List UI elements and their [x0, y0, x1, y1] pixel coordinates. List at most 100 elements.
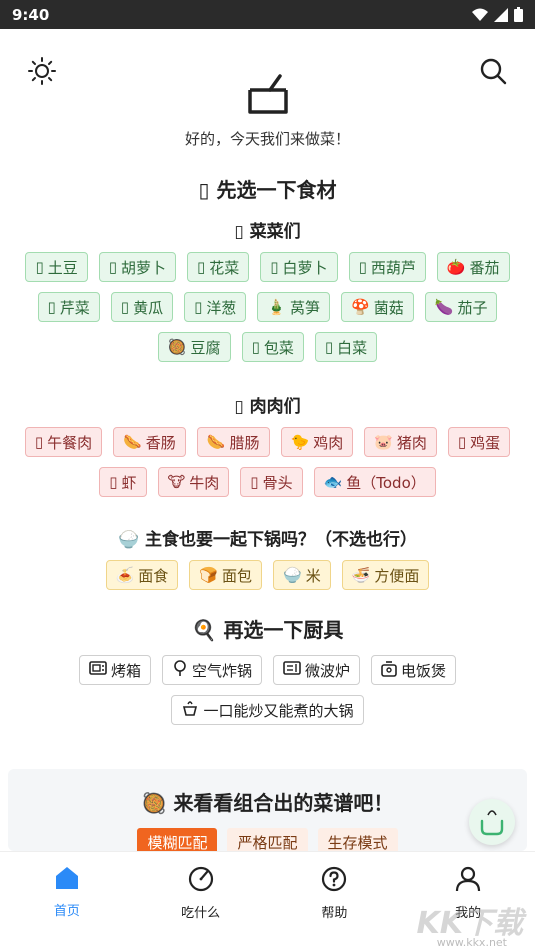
veg-tag[interactable]: 🎍 莴笋	[257, 292, 331, 322]
tool-tag[interactable]: 烤箱	[78, 655, 151, 685]
tag-emoji-icon: 🥘	[167, 338, 187, 356]
tag-label: 午餐肉	[47, 433, 93, 452]
tag-emoji-icon: ▯	[251, 338, 260, 356]
tag-label: 黄瓜	[133, 298, 164, 317]
veg-tag[interactable]: ▯ 土豆	[25, 252, 88, 282]
status-bar: 9:40	[0, 0, 535, 29]
tag-emoji-icon: 🐮	[167, 473, 186, 491]
staple-tag[interactable]: 🍜 方便面	[341, 560, 430, 590]
tag-emoji-icon: ▯	[194, 298, 203, 316]
meat-tag[interactable]: 🐮 牛肉	[157, 467, 230, 497]
staple-tag[interactable]: 🍞 面包	[189, 560, 262, 590]
user-icon	[455, 866, 481, 896]
meat-tag[interactable]: 🌭 腊肠	[196, 427, 270, 457]
tag-label: 虾	[121, 473, 137, 492]
meat-title-text: 肉肉们	[249, 397, 301, 417]
tag-label: 鱼（Todo）	[346, 473, 426, 492]
sun-icon[interactable]	[28, 57, 56, 85]
nav-item[interactable]: 吃什么	[151, 866, 251, 921]
tag-emoji-icon: ▯	[35, 258, 44, 276]
battery-icon	[514, 7, 523, 22]
veg-title-text: 菜菜们	[249, 222, 301, 242]
tag-emoji-icon: 🍞	[199, 566, 218, 584]
tag-emoji-icon: 🍆	[434, 298, 454, 316]
tag-label: 土豆	[47, 258, 78, 277]
meat-tag[interactable]: ▯ 午餐肉	[24, 427, 103, 457]
dice-icon	[188, 866, 214, 896]
pot-icon	[480, 810, 504, 836]
status-time: 9:40	[12, 5, 50, 24]
tag-label: 豆腐	[190, 338, 221, 357]
meat-tag[interactable]: ▯ 虾	[99, 467, 147, 497]
result-title-text: 来看看组合出的菜谱吧！	[173, 791, 394, 815]
meat-tag[interactable]: ▯ 鸡蛋	[447, 427, 511, 457]
tag-label: 微波炉	[305, 661, 351, 680]
tag-label: 胡萝卜	[120, 258, 166, 277]
veg-tag[interactable]: 🍅 番茄	[436, 252, 510, 282]
veg-tag[interactable]: ▯ 白菜	[314, 332, 378, 362]
nav-label: 帮助	[321, 906, 348, 921]
tag-emoji-icon: 🍄	[351, 298, 370, 316]
tag-label: 香肠	[145, 433, 176, 452]
nav-item[interactable]: 首页	[17, 866, 117, 919]
veg-tag[interactable]: ▯ 包菜	[241, 332, 304, 362]
result-title: 🥘 来看看组合出的菜谱吧！	[8, 787, 527, 816]
tool-tag[interactable]: 空气炸锅	[161, 655, 262, 685]
microwave-icon	[283, 660, 301, 680]
veg-tag[interactable]: ▯ 西葫芦	[348, 252, 426, 282]
meat-tag[interactable]: 🌭 香肠	[113, 427, 186, 457]
pot-fab-button[interactable]	[469, 799, 515, 845]
veg-tag[interactable]: 🍄 菌菇	[341, 292, 414, 322]
tool-tag[interactable]: 微波炉	[273, 655, 361, 685]
tag-label: 莴笋	[290, 298, 321, 317]
tag-label: 面食	[138, 566, 169, 585]
tool-tag[interactable]: 一口能炒又能煮的大锅	[171, 695, 364, 725]
veg-tag[interactable]: ▯ 黄瓜	[110, 292, 174, 322]
help-icon	[321, 866, 347, 896]
watermark-url: www.kkx.net	[436, 936, 507, 949]
veg-tag[interactable]: ▯ 花菜	[187, 252, 250, 282]
oven-icon	[89, 660, 107, 680]
tag-emoji-icon: ▯	[270, 258, 279, 276]
header: 好的，今天我们来做菜！	[0, 29, 535, 154]
staple-tag-list: 🍝 面食 🍞 面包 🍚 米 🍜 方便面	[0, 560, 535, 590]
staple-tag[interactable]: 🍚 米	[273, 560, 331, 590]
tag-label: 空气炸锅	[191, 661, 252, 680]
meat-tag[interactable]: 🐟 鱼（Todo）	[313, 467, 436, 497]
nav-item[interactable]: 帮助	[284, 866, 384, 921]
veg-tag[interactable]: ▯ 洋葱	[184, 292, 247, 322]
tag-label: 白萝卜	[282, 258, 328, 277]
tag-emoji-icon: ▯	[250, 473, 259, 491]
nav-label: 吃什么	[181, 906, 221, 921]
ingredients-title-text: 先选一下食材	[216, 178, 337, 202]
tool-tag-list: 烤箱 空气炸锅 微波炉 电饭煲一口能炒又能煮的大锅	[0, 655, 535, 725]
wok-icon	[181, 700, 199, 720]
tag-emoji-icon: 🐤	[290, 433, 310, 451]
result-panel: 🥘 来看看组合出的菜谱吧！ 模糊匹配 严格匹配 生存模式	[8, 769, 527, 857]
staple-tag[interactable]: 🍝 面食	[105, 560, 179, 590]
tag-emoji-icon: ▯	[120, 298, 130, 316]
meat-tag[interactable]: 🐷 猪肉	[364, 427, 437, 457]
veg-tag[interactable]: ▯ 白萝卜	[260, 252, 338, 282]
veg-tag[interactable]: 🍆 茄子	[424, 292, 498, 322]
meat-tag-list: ▯ 午餐肉 🌭 香肠 🌭 腊肠 🐤 鸡肉 🐷 猪肉 ▯ 鸡蛋 ▯ 虾 🐮 牛肉 ▯ 骨头 🐟 鱼（Todo）	[0, 427, 535, 497]
meat-tag[interactable]: ▯ 骨头	[240, 467, 303, 497]
search-icon[interactable]	[479, 57, 507, 85]
tag-emoji-icon: 🍚	[283, 566, 302, 584]
nav-label: 首页	[53, 904, 80, 919]
tag-emoji-icon: 🍝	[115, 566, 135, 584]
meat-title-icon: ▯	[234, 397, 244, 417]
tag-emoji-icon: ▯	[324, 338, 334, 356]
tag-emoji-icon: ▯	[34, 433, 44, 451]
veg-title-icon: ▯	[234, 222, 244, 242]
veg-tag[interactable]: 🥘 豆腐	[157, 332, 231, 362]
veg-tag[interactable]: ▯ 胡萝卜	[98, 252, 176, 282]
veg-tag[interactable]: ▯ 芹菜	[37, 292, 100, 322]
tag-label: 腊肠	[229, 433, 260, 452]
meat-tag[interactable]: 🐤 鸡肉	[280, 427, 354, 457]
signal-icon	[494, 7, 508, 22]
status-icons	[472, 7, 523, 22]
tag-label: 西葫芦	[370, 258, 416, 277]
tag-label: 电饭煲	[401, 661, 447, 680]
tool-tag[interactable]: 电饭煲	[371, 655, 457, 685]
